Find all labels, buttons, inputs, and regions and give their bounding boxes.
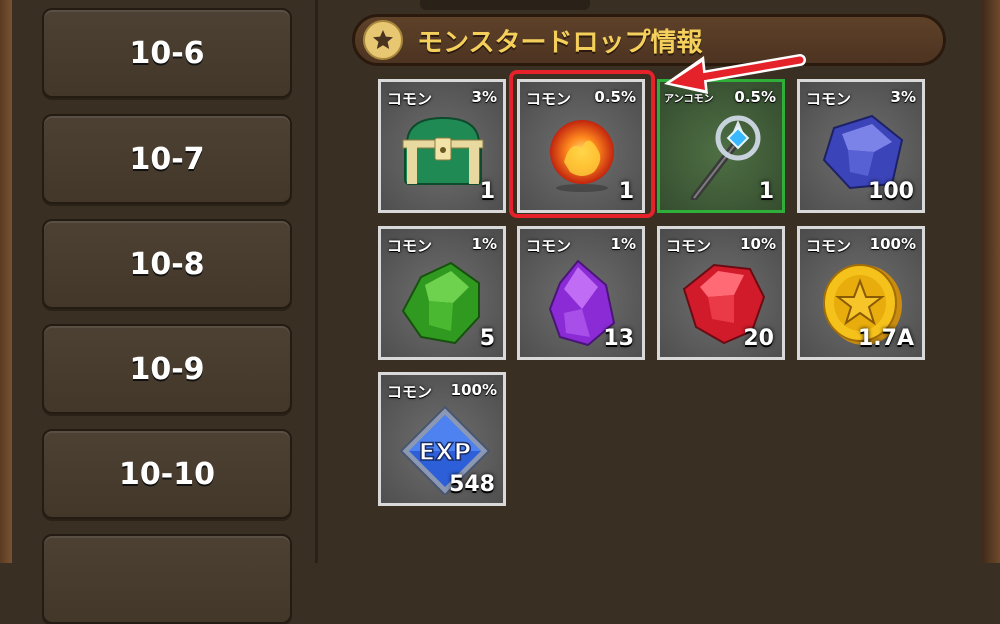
treasure-chest-icon (402, 116, 484, 185)
stage-button-next[interactable] (42, 534, 292, 624)
drop-rate: 1% (471, 235, 497, 253)
pointer-arrow-icon (664, 54, 806, 94)
drop-item-green-gem[interactable]: コモン 1% 5 (378, 226, 506, 360)
drop-rate: 3% (890, 88, 916, 106)
top-tab-stub (420, 0, 590, 10)
star-icon (363, 20, 403, 60)
stage-label: 10-9 (129, 351, 205, 387)
rarity-label: コモン (806, 90, 852, 108)
item-quantity: 13 (603, 326, 634, 351)
stage-button-10-6[interactable]: 10-6 (42, 8, 292, 98)
drop-item-exp[interactable]: EXP コモン 100% 548 (378, 372, 506, 506)
item-quantity: 5 (479, 326, 495, 351)
stage-button-10-9[interactable]: 10-9 (42, 324, 292, 414)
item-quantity: 1.7A (858, 326, 914, 351)
rarity-label: コモン (387, 90, 433, 108)
stage-button-10-7[interactable]: 10-7 (42, 114, 292, 204)
item-quantity: 100 (868, 179, 914, 204)
item-quantity: 548 (449, 472, 495, 497)
item-quantity: 20 (743, 326, 774, 351)
rarity-label: コモン (387, 237, 433, 255)
drop-rate: 3% (471, 88, 497, 106)
left-frame (0, 0, 12, 563)
stage-label: 10-10 (119, 456, 215, 492)
drop-item-gold-coin[interactable]: コモン 100% 1.7A (797, 226, 925, 360)
rarity-label: コモン (387, 383, 433, 401)
drop-item-purple-crystal[interactable]: コモン 1% 13 (517, 226, 645, 360)
rarity-label: コモン (806, 237, 852, 255)
stage-label: 10-6 (129, 35, 205, 71)
panel-divider (315, 0, 318, 563)
rarity-label: コモン (526, 237, 572, 255)
drop-rate: 100% (450, 381, 497, 399)
staff-icon (690, 115, 761, 200)
stage-button-10-10[interactable]: 10-10 (42, 429, 292, 519)
drop-rate: 1% (610, 235, 636, 253)
drop-rate: 100% (869, 235, 916, 253)
item-quantity: 1 (758, 179, 774, 204)
green-gem-icon (401, 261, 480, 345)
stage-label: 10-7 (129, 141, 205, 177)
drop-rate: 10% (740, 235, 776, 253)
drop-item-blue-gem[interactable]: コモン 3% 100 (797, 79, 925, 213)
stage-button-10-8[interactable]: 10-8 (42, 219, 292, 309)
exp-badge-text: EXP (419, 438, 472, 466)
rarity-label: コモン (666, 237, 712, 255)
highlight-box (509, 70, 655, 218)
drop-item-red-gem[interactable]: コモン 10% 20 (657, 226, 785, 360)
drop-item-chest[interactable]: コモン 3% 1 (378, 79, 506, 213)
item-quantity: 1 (479, 179, 495, 204)
drop-info-header: モンスタードロップ情報 (352, 14, 946, 66)
stage-label: 10-8 (129, 246, 205, 282)
stage-list: 10-6 10-7 10-8 10-9 10-10 (42, 0, 294, 624)
drop-item-staff[interactable]: アンコモン 0.5% 1 (657, 79, 785, 213)
right-frame (982, 0, 1000, 563)
